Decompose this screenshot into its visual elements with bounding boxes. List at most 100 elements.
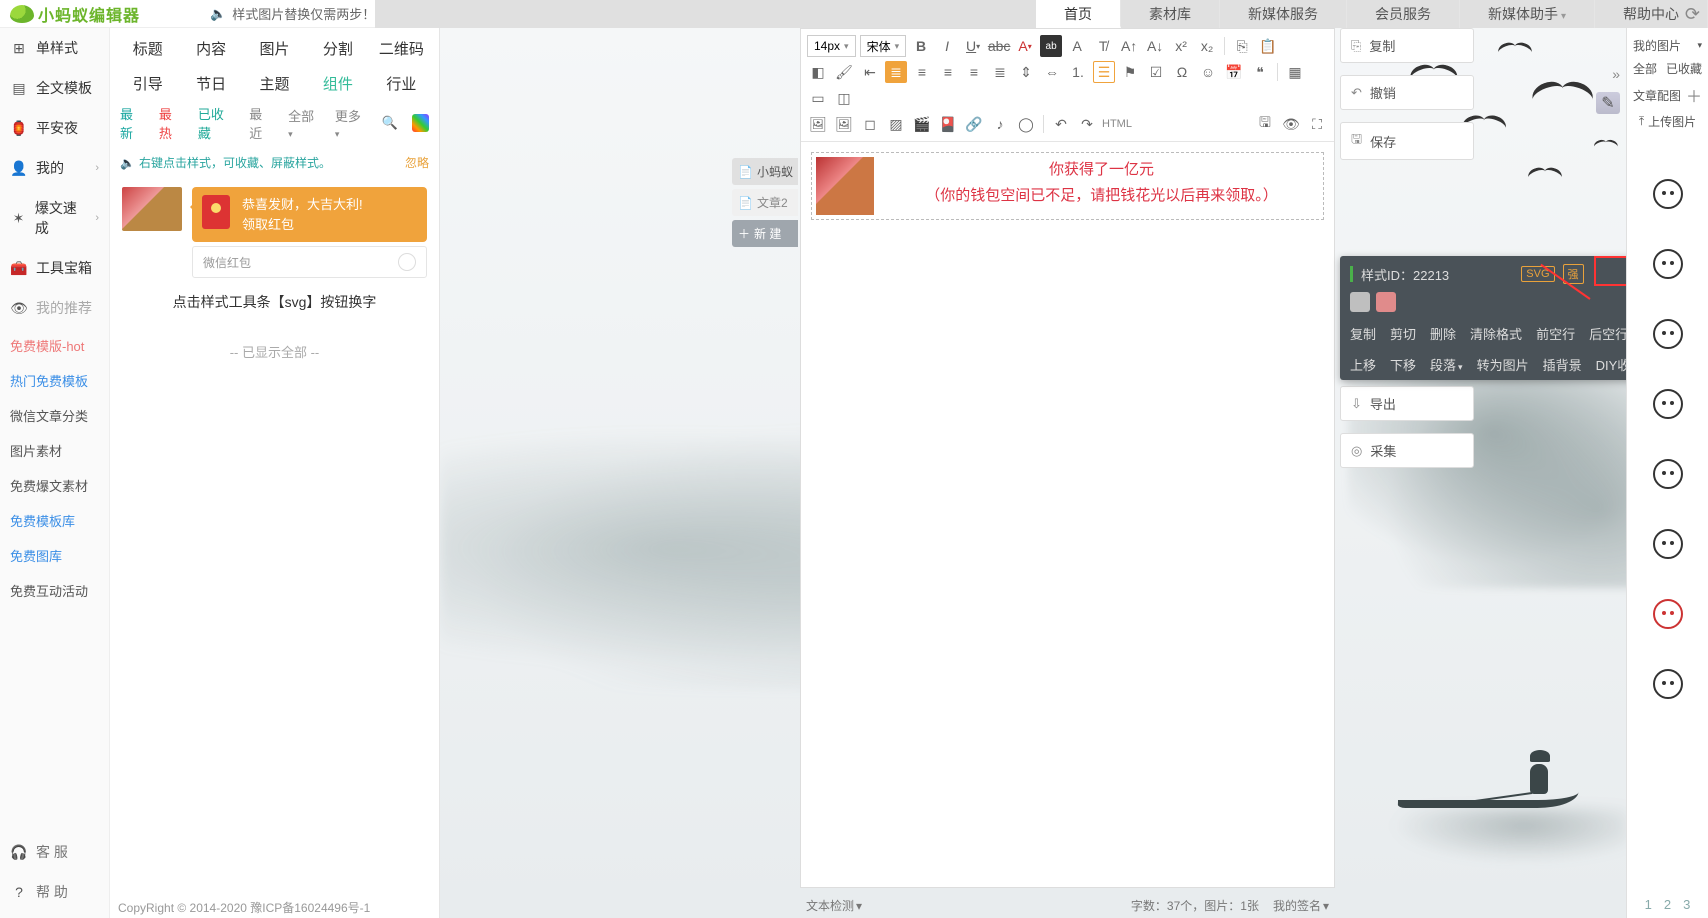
category-tab[interactable]: 行业 [372,73,431,94]
superscript-icon[interactable]: x² [1170,35,1192,57]
nav-assistant[interactable]: 新媒体助手▾ [1460,0,1595,28]
swatch-pink[interactable] [1376,292,1396,312]
editor-document[interactable]: 你获得了一亿元 （你的钱包空间已不足，请把钱花光以后再来领取。） [801,142,1334,887]
audio-icon[interactable]: ♪ [989,113,1011,135]
leftnav-link[interactable]: 图片素材 [0,433,109,468]
filter-item[interactable]: 全部 ▾ [288,106,321,140]
ctx-action[interactable]: 剪切 [1390,324,1416,343]
flag-icon[interactable]: ⚑ [1119,61,1141,83]
font-family-select[interactable]: 宋体▾ [860,35,907,57]
multi-image-icon[interactable]: 🖼 [833,113,855,135]
font-color-icon[interactable]: A▾ [1014,35,1036,57]
emoji-face-4[interactable] [1653,389,1683,419]
category-tab[interactable]: 引导 [118,73,177,94]
strike-icon[interactable]: abc [988,35,1010,57]
page-1[interactable]: 1 [1645,897,1652,912]
italic-icon[interactable]: I [936,35,958,57]
leftnav-item[interactable]: 👁我的推荐 [0,288,109,328]
side-save[interactable]: 🖫保存 [1340,122,1474,160]
filter-item[interactable]: 已收藏 [198,104,235,142]
date-icon[interactable]: 📅 [1223,61,1245,83]
doc-tab-new[interactable]: ＋ 新 建 [732,220,798,247]
ctx-action[interactable]: 清除格式 [1470,324,1522,343]
clear-format-icon[interactable]: T̸ [1092,35,1114,57]
ctx-action[interactable]: 插背景 [1543,355,1582,374]
filter-item[interactable]: 最新 [120,104,145,142]
format-brush-icon[interactable]: 🖌 [833,61,855,83]
leftnav-link[interactable]: 免费互动活动 [0,573,109,608]
leftnav-item[interactable]: 🧰工具宝箱 [0,248,109,288]
font-size-dec-icon[interactable]: A↓ [1144,35,1166,57]
rail-tab-fav[interactable]: 已收藏 [1666,60,1702,77]
leftnav-link[interactable]: 热门免费模板 [0,363,109,398]
video-icon[interactable]: 🎬 [911,113,933,135]
filter-item[interactable]: 更多 ▾ [335,106,368,140]
attachment-icon[interactable]: ◯ [1015,113,1037,135]
bold-icon[interactable]: B [910,35,932,57]
background-icon[interactable]: ▨ [885,113,907,135]
rail-tab-all[interactable]: 全部 [1633,60,1657,77]
tip-ignore[interactable]: 忽略 [405,154,429,171]
letter-spacing-icon[interactable]: ⇔ [1041,61,1063,83]
nav-materials[interactable]: 素材库 [1121,0,1220,28]
leftnav-item[interactable]: ▤全文模板 [0,68,109,108]
rail-title[interactable]: 我的图片 [1633,37,1681,54]
nav-home[interactable]: 首页 [1036,0,1121,28]
component-icon[interactable]: ◫ [833,87,855,109]
link-icon[interactable]: 🔗 [963,113,985,135]
html-source-button[interactable]: HTML [1102,113,1132,135]
ctx-action[interactable]: 段落▾ [1430,355,1463,374]
save-icon[interactable]: 🖫 [1254,113,1276,135]
ctx-action[interactable]: 上移 [1350,355,1376,374]
ctx-action[interactable]: 删除 [1430,324,1456,343]
leftnav-foot-item[interactable]: 🎧客 服 [0,832,109,872]
leftnav-item[interactable]: ✶爆文速成› [0,188,109,248]
fullscreen-icon[interactable]: ⛶ [1306,113,1328,135]
case-icon[interactable]: A [1066,35,1088,57]
ctx-action[interactable]: 前空行 [1536,324,1575,343]
side-export[interactable]: ⇩导出 [1340,386,1474,421]
ctx-action[interactable]: 转为图片 [1477,355,1529,374]
font-size-inc-icon[interactable]: A↑ [1118,35,1140,57]
emoji-face-7[interactable] [1653,599,1683,629]
leftnav-link[interactable]: 免费模板库 [0,503,109,538]
side-collect[interactable]: ◎采集 [1340,433,1474,468]
selected-style-block[interactable]: 你获得了一亿元 （你的钱包空间已不足，请把钱花光以后再来领取。） [811,152,1324,220]
emoji-face-6[interactable] [1653,529,1683,559]
leftnav-foot-item[interactable]: ?帮 助 [0,872,109,912]
nav-member[interactable]: 会员服务 [1347,0,1460,28]
align-center-icon[interactable]: ≡ [937,61,959,83]
ctx-action[interactable]: 下移 [1390,355,1416,374]
search-icon[interactable]: 🔍 [382,115,398,131]
subscript-icon[interactable]: x₂ [1196,35,1218,57]
page-2[interactable]: 2 [1664,897,1671,912]
leftnav-link[interactable]: 免费图库 [0,538,109,573]
list-ul-icon[interactable]: ☰ [1093,61,1115,83]
leftnav-link[interactable]: 免费模版-hot [0,328,109,363]
table-icon[interactable]: ▦ [1284,61,1306,83]
image-icon[interactable]: 🖼 [807,113,829,135]
crop-icon[interactable]: ◻ [859,113,881,135]
category-tab[interactable]: 节日 [181,73,240,94]
nav-newmedia[interactable]: 新媒体服务 [1220,0,1347,28]
ctx-action[interactable]: 复制 [1350,324,1376,343]
category-tab[interactable]: 主题 [245,73,304,94]
preview-icon[interactable]: 👁 [1280,113,1302,135]
emoji-face-2[interactable] [1653,249,1683,279]
doc-image[interactable] [816,157,874,215]
rail-tab-article[interactable]: 文章配图 [1633,87,1681,104]
refresh-icon[interactable]: ⟳ [1685,4,1700,25]
align-left-icon[interactable]: ≡ [911,61,933,83]
indent-inc-icon[interactable]: ≣ [885,61,907,83]
line-height-icon[interactable]: ⇕ [1015,61,1037,83]
align-right-icon[interactable]: ≡ [963,61,985,83]
category-tab[interactable]: 标题 [118,38,177,59]
leftnav-item[interactable]: ⊞单样式 [0,28,109,68]
upload-button[interactable]: 上传图片 [1648,113,1696,130]
template-icon[interactable]: ▭ [807,87,829,109]
filter-item[interactable]: 最热 [159,104,184,142]
signature-dropdown[interactable]: 我的签名 ▾ [1273,897,1329,914]
indent-dec-icon[interactable]: ⇤ [859,61,881,83]
highlight-icon[interactable]: ab [1040,35,1062,57]
emoji-face-8[interactable] [1653,669,1683,699]
